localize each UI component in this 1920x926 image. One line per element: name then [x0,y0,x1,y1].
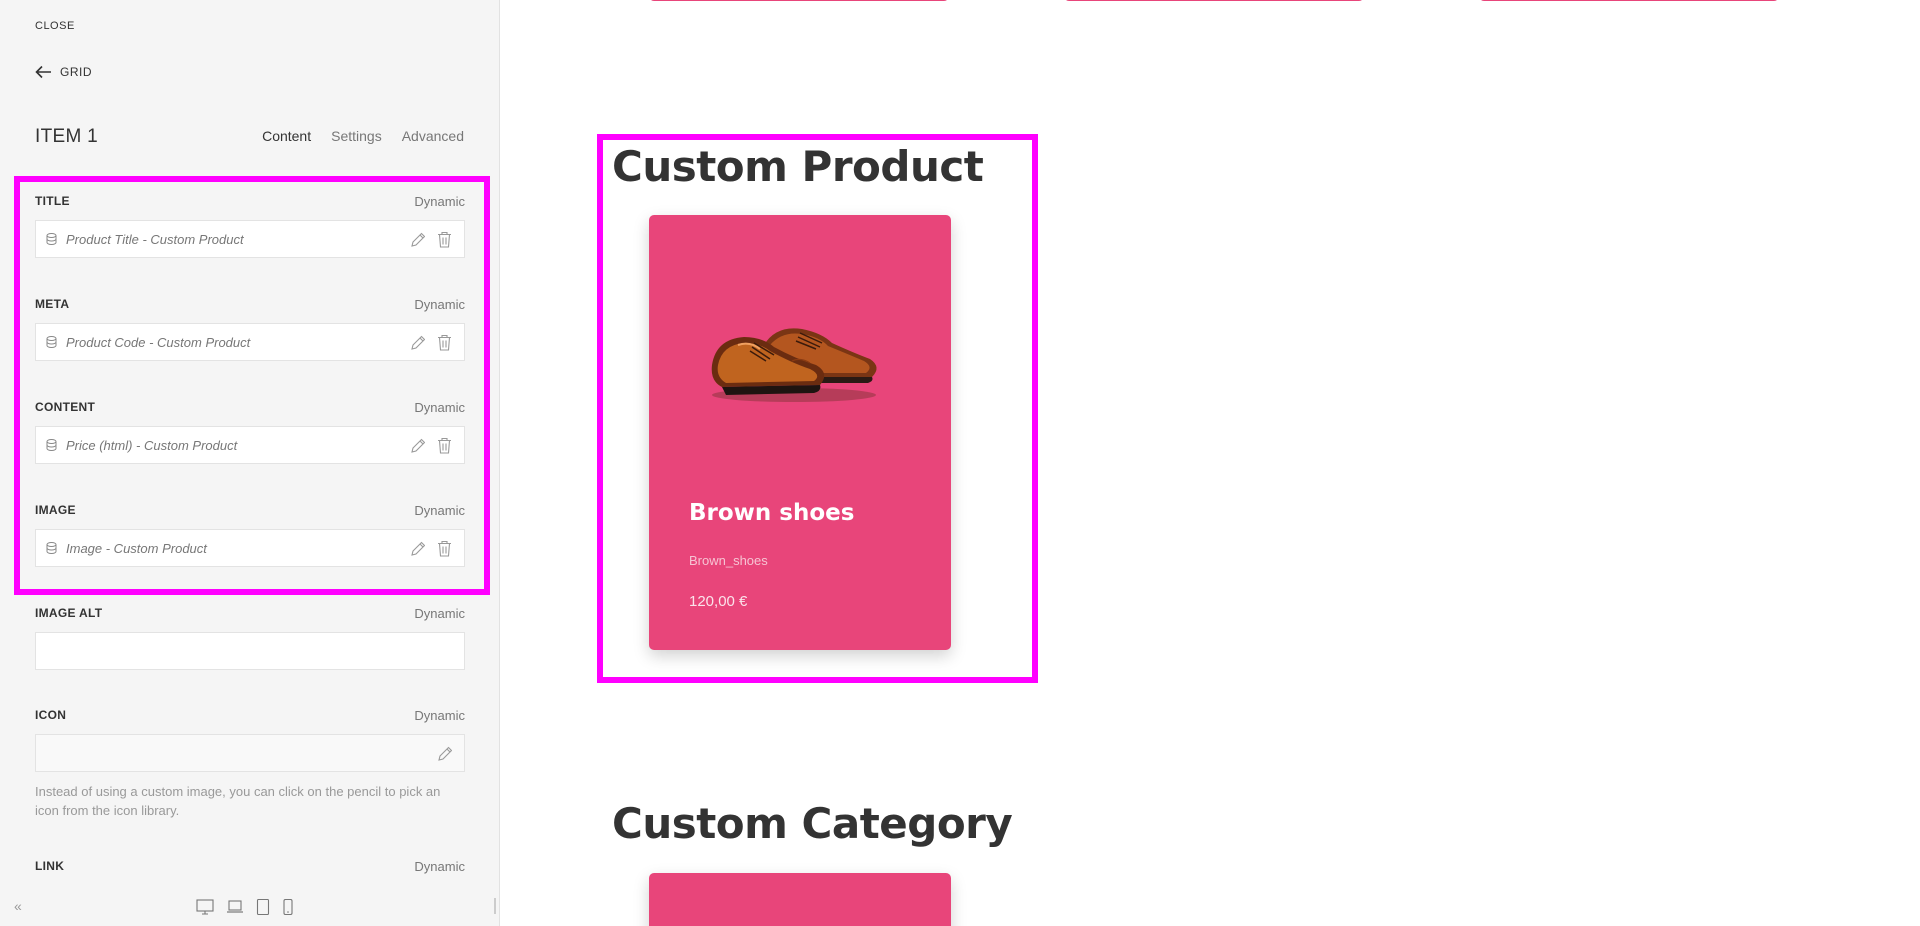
previous-card-edge [649,0,949,1]
product-title: Brown shoes [689,500,855,526]
meta-label: META [35,297,70,311]
page-canvas: Custom Product Brown shoes Brown_shoes 1… [501,0,1920,926]
icon-field-group: ICON Dynamic Instead of using a custom i… [35,706,465,820]
pencil-icon[interactable] [410,437,425,454]
image-label: IMAGE [35,503,76,517]
title-field[interactable]: Product Title - Custom Product [35,220,465,258]
shoe-image [711,328,877,402]
sidebar: CLOSE GRID ITEM 1 Content Settings Advan… [0,0,500,926]
database-icon [46,233,57,245]
tab-advanced[interactable]: Advanced [402,128,464,144]
database-icon [46,336,57,348]
section-title-custom-category: Custom Category [612,799,1013,848]
meta-dynamic-button[interactable]: Dynamic [414,297,465,312]
content-field[interactable]: Price (html) - Custom Product [35,426,465,464]
link-field-group: LINK Dynamic [35,857,465,875]
phone-icon[interactable] [282,899,294,915]
section-title-custom-product: Custom Product [612,142,984,191]
content-field-group: CONTENT Dynamic Price (html) - Custom Pr… [35,398,465,464]
laptop-icon[interactable] [226,899,244,915]
collapse-sidebar-button[interactable]: « [14,898,22,914]
desktop-icon[interactable] [196,899,214,915]
icon-label: ICON [35,708,67,722]
close-button[interactable]: CLOSE [35,20,75,32]
content-field-value: Price (html) - Custom Product [66,437,238,453]
content-dynamic-button[interactable]: Dynamic [414,400,465,415]
pencil-icon[interactable] [410,334,425,351]
sidebar-resize-handle[interactable] [494,898,496,914]
product-card[interactable]: Brown shoes Brown_shoes 120,00 € [649,215,951,650]
pencil-icon[interactable] [410,231,425,248]
trash-icon[interactable] [437,437,452,454]
trash-icon[interactable] [437,540,452,557]
image-dynamic-button[interactable]: Dynamic [414,503,465,518]
image-alt-input[interactable] [35,632,465,670]
pencil-icon[interactable] [410,540,425,557]
content-label: CONTENT [35,400,96,414]
image-alt-dynamic-button[interactable]: Dynamic [414,606,465,621]
link-dynamic-button[interactable]: Dynamic [414,859,465,874]
meta-field[interactable]: Product Code - Custom Product [35,323,465,361]
tab-settings[interactable]: Settings [331,128,382,144]
image-field-value: Image - Custom Product [66,540,207,556]
icon-hint-text: Instead of using a custom image, you can… [35,784,441,818]
title-field-value: Product Title - Custom Product [66,231,244,247]
tab-content[interactable]: Content [262,128,311,144]
item-title: ITEM 1 [35,126,99,147]
arrow-left-icon [35,65,51,79]
tabs: Content Settings Advanced [262,128,464,144]
database-icon [46,542,57,554]
icon-picker-field[interactable] [35,734,465,772]
product-price: 120,00 € [689,593,748,610]
meta-field-value: Product Code - Custom Product [66,334,251,350]
tablet-icon[interactable] [256,899,270,915]
image-field-group: IMAGE Dynamic Image - Custom Product [35,501,465,567]
previous-card-edge [1479,0,1779,1]
link-label: LINK [35,859,65,873]
meta-field-group: META Dynamic Product Code - Custom Produ… [35,295,465,361]
trash-icon[interactable] [437,334,452,351]
back-link-label: GRID [60,65,92,79]
pencil-icon[interactable] [437,745,452,762]
database-icon [46,439,57,451]
back-to-grid-link[interactable]: GRID [35,65,92,79]
product-meta: Brown_shoes [689,553,768,568]
title-dynamic-button[interactable]: Dynamic [414,194,465,209]
icon-dynamic-button[interactable]: Dynamic [414,708,465,723]
sidebar-footer: « [0,890,499,926]
title-field-group: TITLE Dynamic Product Title - Custom Pro… [35,192,465,258]
image-alt-field-group: IMAGE ALT Dynamic [35,604,465,670]
category-card[interactable] [649,873,951,926]
previous-card-edge [1064,0,1364,1]
image-alt-label: IMAGE ALT [35,606,103,620]
title-label: TITLE [35,194,70,208]
device-switcher [196,899,294,915]
image-field[interactable]: Image - Custom Product [35,529,465,567]
trash-icon[interactable] [437,231,452,248]
